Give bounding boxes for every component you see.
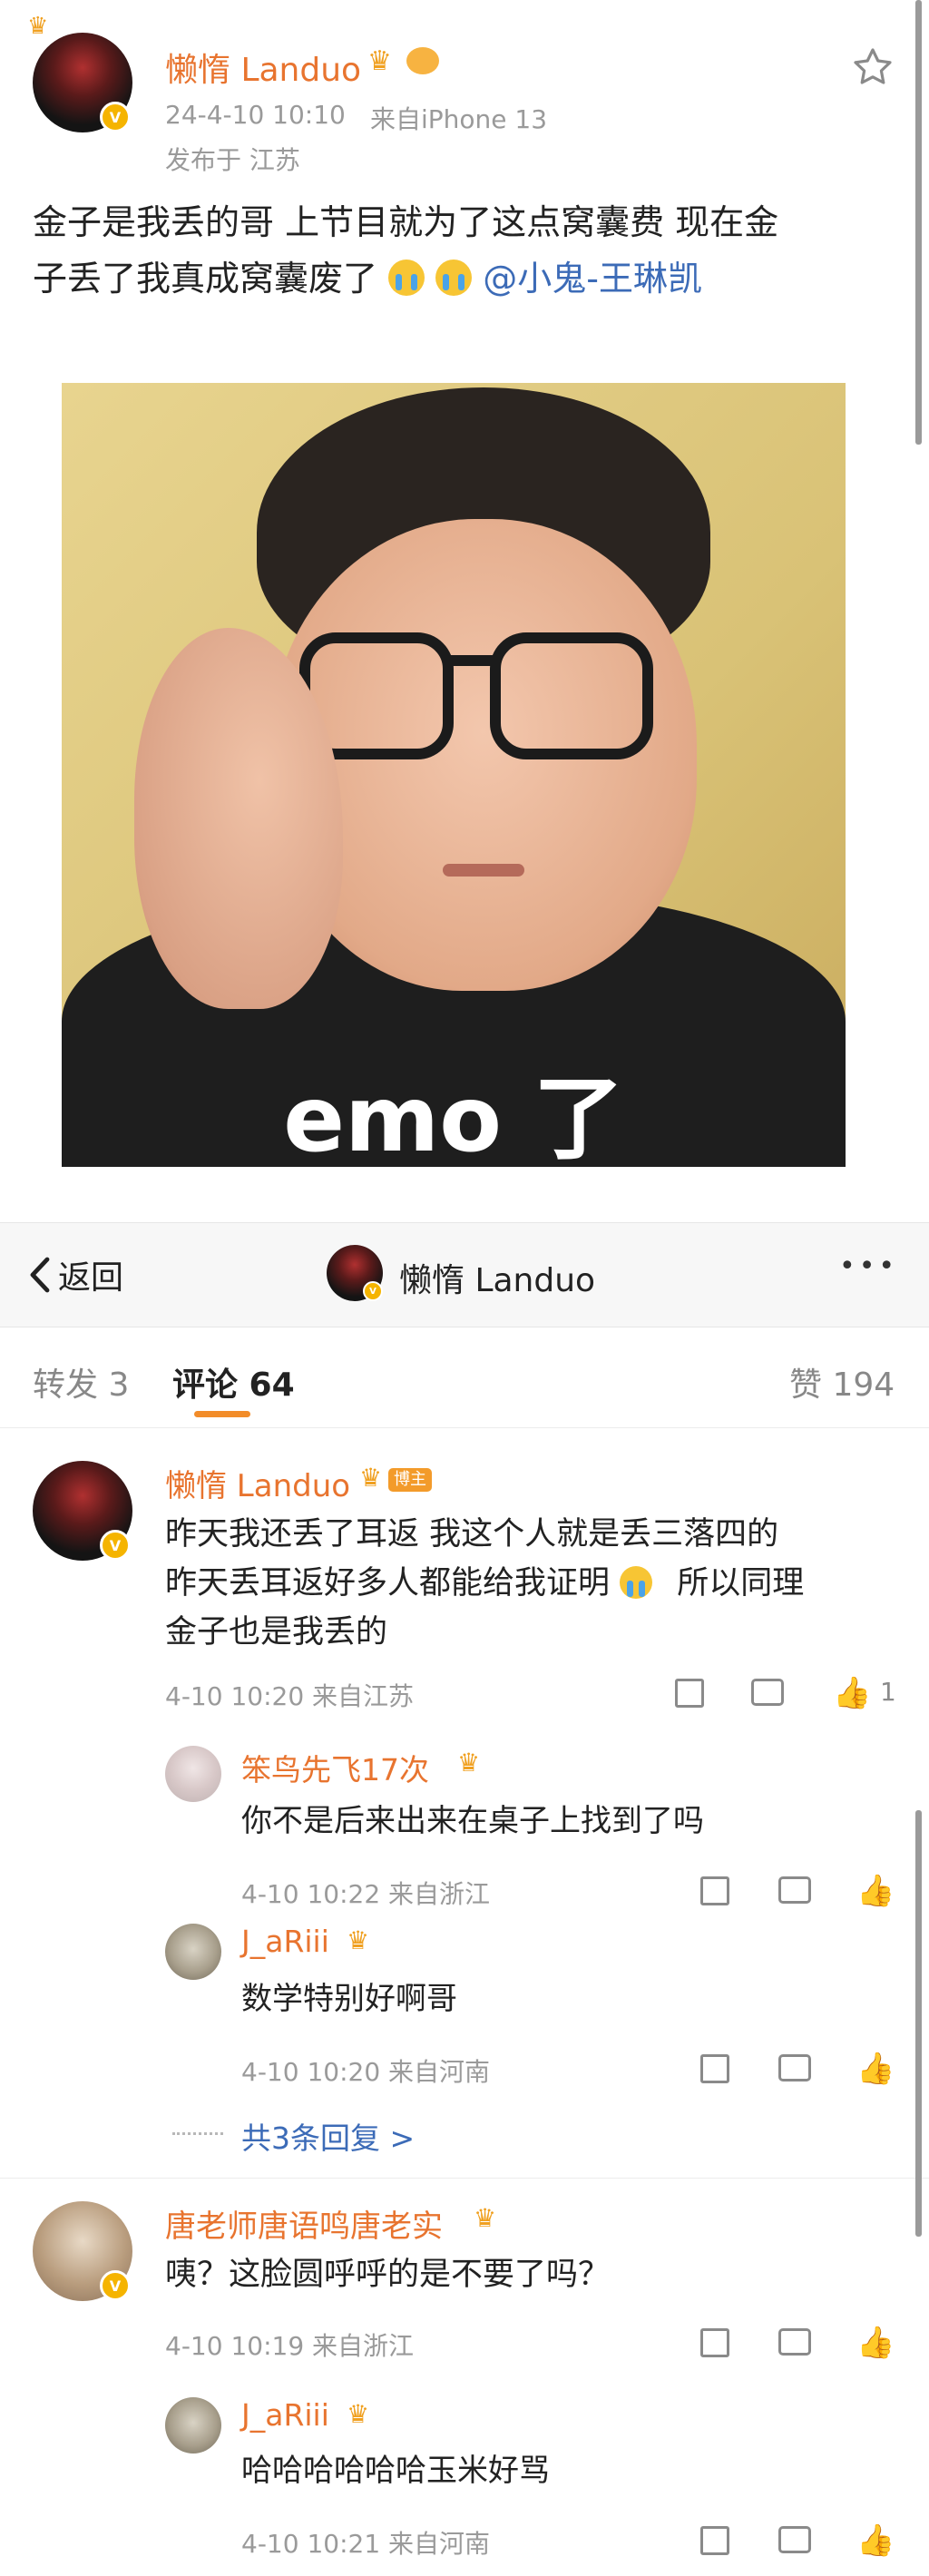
nav-title: 懒惰 Landuo	[399, 1262, 596, 1299]
vip-crown-icon: ♛	[347, 1925, 370, 1955]
reply-meta: 4-10 10:22 来自浙江	[241, 1879, 491, 1909]
post-source: 来自iPhone 13	[370, 104, 548, 134]
comment-item: V 唐老师唐语鸣唐老实 ♛ 咦？这脸圆呼呼的是不要了吗？ 4-10 10:19 …	[0, 2178, 929, 2576]
tab-active-indicator	[194, 1411, 250, 1417]
crying-emoji-icon	[620, 1566, 653, 1599]
share-icon[interactable]	[675, 1679, 704, 1708]
like-icon[interactable]: 👍	[856, 2051, 895, 2087]
comment-meta: 4-10 10:20 来自江苏	[165, 1681, 415, 1711]
vip-crown-icon: ♛	[347, 2399, 370, 2429]
reply-meta: 4-10 10:21 来自河南	[241, 2529, 491, 2559]
author-name[interactable]: 懒惰 Landuo	[165, 44, 361, 91]
reply-author-name[interactable]: J_aRiii	[241, 2397, 329, 2433]
back-button[interactable]: 返回	[27, 1250, 123, 1299]
verified-badge-icon: V	[100, 2270, 131, 2301]
like-icon[interactable]: 👍	[856, 2522, 895, 2559]
reply-author-name[interactable]: 笨鸟先飞17次	[241, 1746, 429, 1789]
image-glasses-right	[490, 632, 653, 759]
chevron-left-icon	[30, 1257, 50, 1293]
post-text: 金子是我丢的哥 上节目就为了这点窝囊费 现在金 子丢了我真成窝囊废了 @小鬼-王…	[33, 194, 904, 307]
reply-avatar[interactable]	[165, 1746, 221, 1802]
fan-badge-icon	[406, 47, 439, 74]
dotted-line	[172, 2132, 223, 2135]
post-header: ♛ V 懒惰 Landuo ♛ 24-4-10 10:10 来自iPhone 1…	[0, 0, 929, 181]
mention-link[interactable]: @小鬼-王琳凯	[483, 259, 702, 299]
comment-line3: 金子也是我丢的	[165, 1614, 388, 1650]
tab-bar: 转发 3 评论 64 赞 194	[0, 1326, 929, 1428]
reply-avatar[interactable]	[165, 1924, 221, 1980]
post-image[interactable]: emo 了	[62, 383, 846, 1167]
vip-crown-icon: ♛	[474, 2203, 497, 2233]
like-icon[interactable]: 👍	[833, 1675, 871, 1711]
image-glasses-bridge	[450, 655, 494, 666]
image-caption: emo 了	[283, 1066, 624, 1167]
verified-badge-icon: V	[100, 102, 131, 132]
crying-emoji-icon	[435, 260, 473, 296]
crying-emoji-icon	[388, 260, 425, 296]
post-text-line1: 金子是我丢的哥 上节目就为了这点窝囊费 现在金	[33, 202, 779, 242]
reply-text: 你不是后来出来在桌子上找到了吗	[241, 1803, 704, 1839]
share-icon[interactable]	[700, 2054, 729, 2083]
vip-crown-icon: ♛	[457, 1748, 481, 1778]
tab-likes[interactable]: 赞 194	[789, 1358, 895, 1406]
more-replies-link[interactable]: 共3条回复 >	[241, 2114, 415, 2158]
scrollbar-top[interactable]	[915, 0, 922, 445]
commenter-name[interactable]: 懒惰 Landuo	[165, 1461, 350, 1505]
more-menu-button[interactable]: •••	[839, 1250, 898, 1282]
like-count: 1	[880, 1677, 896, 1707]
reply-author-name[interactable]: J_aRiii	[241, 1924, 329, 1959]
share-icon[interactable]	[700, 1876, 729, 1905]
share-icon[interactable]	[700, 2526, 729, 2555]
comment-item: V 懒惰 Landuo ♛ 博主 昨天我还丢了耳返 我这个人就是丢三落四的 昨天…	[0, 1434, 929, 2178]
comment-line2-body: 昨天丢耳返好多人都能给我证明	[165, 1565, 611, 1601]
author-tag-badge: 博主	[388, 1468, 432, 1492]
image-mouth	[443, 864, 524, 877]
comment-meta: 4-10 10:19 来自浙江	[165, 2331, 415, 2361]
tab-repost[interactable]: 转发 3	[33, 1358, 129, 1406]
reply-icon[interactable]	[778, 1876, 811, 1904]
post-location: 发布于 江苏	[165, 145, 300, 175]
reply-avatar[interactable]	[165, 2397, 221, 2454]
comment-nav-bar: 返回 V 懒惰 Landuo •••	[0, 1222, 929, 1327]
comment-text: 咦？这脸圆呼呼的是不要了吗？	[165, 2257, 611, 2293]
reply-icon[interactable]	[778, 2328, 811, 2356]
back-label: 返回	[58, 1259, 124, 1297]
commenter-name[interactable]: 唐老师唐语鸣唐老实	[165, 2201, 443, 2246]
scrollbar-bottom[interactable]	[915, 1810, 922, 2237]
comment-line2: 昨天丢耳返好多人都能给我证明 所以同理	[165, 1559, 891, 1608]
crown-icon: ♛	[27, 13, 49, 40]
comment-line1: 昨天我还丢了耳返 我这个人就是丢三落四的	[165, 1516, 779, 1552]
reply-icon[interactable]	[778, 2054, 811, 2081]
post-text-line2: 子丢了我真成窝囊废了 @小鬼-王琳凯	[33, 250, 904, 307]
verified-badge-icon: V	[100, 1530, 131, 1561]
post-text-line2-body: 子丢了我真成窝囊废了	[33, 259, 378, 299]
tab-comments[interactable]: 评论 64	[172, 1358, 295, 1406]
reply-icon[interactable]	[751, 1679, 784, 1706]
reply-text: 数学特别好啊哥	[241, 1981, 457, 2017]
star-icon[interactable]	[851, 45, 895, 89]
comment-text: 昨天我还丢了耳返 我这个人就是丢三落四的 昨天丢耳返好多人都能给我证明 所以同理…	[165, 1510, 891, 1657]
vip-crown-icon: ♛	[359, 1463, 383, 1493]
like-icon[interactable]: 👍	[856, 2325, 895, 2361]
reply-meta: 4-10 10:20 来自河南	[241, 2057, 491, 2087]
reply-icon[interactable]	[778, 2526, 811, 2553]
reply-text: 哈哈哈哈哈哈玉米好骂	[241, 2453, 550, 2489]
like-icon[interactable]: 👍	[856, 1873, 895, 1909]
post-timestamp: 24-4-10 10:10	[165, 100, 346, 130]
comment-line2-tail: 所以同理	[677, 1565, 805, 1601]
nav-verified-icon: V	[363, 1281, 383, 1301]
share-icon[interactable]	[700, 2328, 729, 2357]
vip-crown-icon: ♛	[367, 45, 392, 77]
